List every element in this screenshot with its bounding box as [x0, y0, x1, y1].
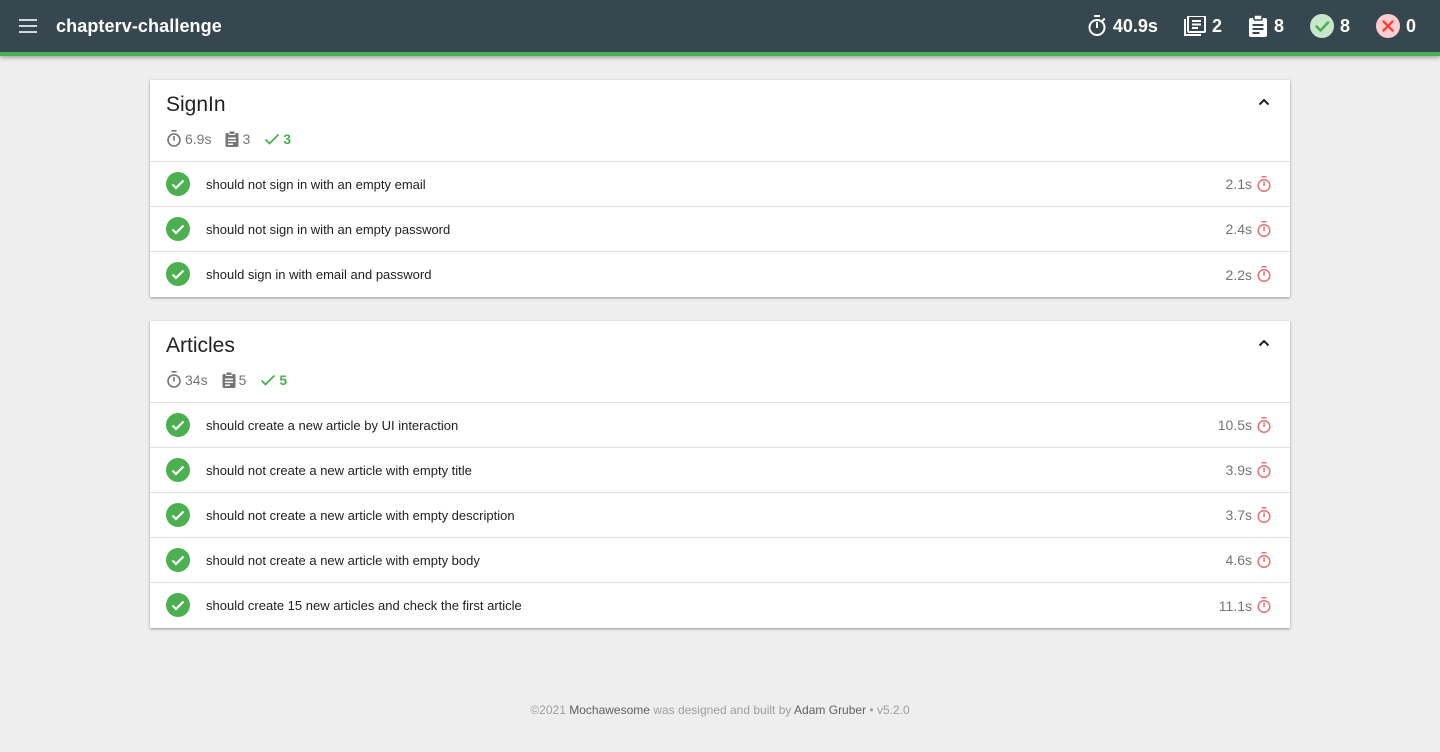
test-row[interactable]: should not create a new article with emp… — [150, 448, 1290, 493]
test-duration: 2.2s — [1225, 266, 1252, 283]
suite-duration: 34s — [166, 371, 208, 388]
test-title: should create a new article by UI intera… — [206, 417, 459, 433]
fail-circle-icon — [1375, 14, 1400, 38]
top-bar: chapterv-challenge 40.9s 2 8 8 0 — [0, 0, 1440, 56]
suite-test-count-value: 3 — [242, 130, 251, 147]
stat-passes-value: 8 — [1339, 15, 1350, 36]
check-circle-icon — [166, 413, 190, 437]
stat-suites: 2 — [1183, 15, 1222, 37]
clipboard-icon — [225, 130, 239, 147]
stat-suites-value: 2 — [1211, 15, 1222, 36]
menu-icon[interactable] — [0, 0, 56, 52]
timer-icon — [1256, 417, 1272, 433]
test-duration: 10.5s — [1217, 417, 1252, 433]
test-duration: 3.7s — [1225, 507, 1252, 523]
suite-pass-count-value: 5 — [279, 371, 288, 388]
stat-tests: 8 — [1248, 15, 1284, 37]
stat-tests-value: 8 — [1273, 15, 1284, 36]
footer-middle-text: was designed and built by — [653, 703, 792, 717]
suite-signin: SignIn 6.9s 3 3 should not sign in with … — [150, 80, 1290, 297]
timer-icon — [1256, 266, 1272, 282]
suite-duration-value: 6.9s — [185, 130, 212, 147]
timer-icon — [1256, 462, 1272, 478]
suite-meta: 6.9s 3 3 — [166, 130, 305, 147]
footer-version: • v5.2.0 — [869, 703, 910, 717]
suite-duration: 6.9s — [166, 130, 211, 147]
timer-icon — [1256, 552, 1272, 568]
app-title: chapterv-challenge — [56, 15, 222, 36]
test-row[interactable]: should sign in with email and password 2… — [150, 252, 1290, 297]
stopwatch-icon — [166, 130, 182, 147]
test-duration: 4.6s — [1225, 552, 1252, 568]
stopwatch-icon — [1087, 15, 1107, 37]
test-row[interactable]: should not sign in with an empty email 2… — [150, 162, 1290, 207]
stat-failures: 0 — [1375, 14, 1416, 38]
check-icon — [260, 373, 276, 387]
check-icon — [264, 132, 280, 146]
chevron-up-icon[interactable] — [1256, 335, 1272, 351]
suite-pass-count-value: 3 — [283, 130, 292, 147]
suite-articles: Articles 34s 5 5 should create a new art… — [150, 321, 1290, 628]
test-row[interactable]: should create a new article by UI intera… — [150, 403, 1290, 448]
suite-test-count-value: 5 — [238, 371, 247, 388]
check-circle-icon — [166, 593, 190, 617]
suite-pass-count: 3 — [264, 131, 291, 147]
timer-icon — [1256, 597, 1272, 613]
check-circle-icon — [166, 458, 190, 482]
check-circle-icon — [166, 503, 190, 527]
test-duration: 3.9s — [1225, 462, 1252, 478]
test-title: should create 15 new articles and check … — [206, 598, 522, 613]
timer-icon — [1256, 176, 1272, 192]
test-duration: 2.1s — [1225, 176, 1252, 192]
check-circle-icon — [166, 172, 190, 196]
test-title: should not sign in with an empty email — [206, 176, 426, 192]
test-row[interactable]: should not sign in with an empty passwor… — [150, 207, 1290, 252]
test-row[interactable]: should not create a new article with emp… — [150, 493, 1290, 538]
test-duration: 2.4s — [1225, 221, 1252, 237]
suite-header: SignIn 6.9s 3 3 — [150, 80, 1290, 162]
test-duration: 11.1s — [1218, 597, 1252, 614]
footer-author-link[interactable]: Adam Gruber — [794, 703, 866, 717]
summary-stats: 40.9s 2 8 8 0 — [1087, 0, 1440, 52]
chevron-up-icon[interactable] — [1256, 94, 1272, 110]
suite-title: SignIn — [166, 93, 226, 116]
suite-header: Articles 34s 5 5 — [150, 321, 1290, 403]
footer-brand-link[interactable]: Mochawesome — [569, 703, 650, 717]
test-title: should sign in with email and password — [206, 267, 432, 282]
test-row[interactable]: should create 15 new articles and check … — [150, 583, 1290, 628]
check-circle-icon — [166, 217, 190, 241]
stat-duration-value: 40.9s — [1112, 15, 1158, 36]
check-circle-icon — [1309, 14, 1334, 38]
check-circle-icon — [166, 548, 190, 572]
stat-duration: 40.9s — [1087, 15, 1158, 37]
suite-meta: 34s 5 5 — [166, 371, 301, 388]
library-books-icon — [1183, 16, 1206, 36]
test-title: should not create a new article with emp… — [206, 462, 472, 478]
suite-pass-count: 5 — [260, 372, 287, 388]
test-row[interactable]: should not create a new article with emp… — [150, 538, 1290, 583]
suite-test-count: 3 — [225, 130, 251, 147]
suite-duration-value: 34s — [185, 371, 208, 388]
test-title: should not create a new article with emp… — [206, 552, 480, 568]
stat-failures-value: 0 — [1405, 15, 1416, 36]
stat-passes: 8 — [1309, 14, 1350, 38]
test-title: should not create a new article with emp… — [206, 507, 515, 523]
timer-icon — [1256, 221, 1272, 237]
test-title: should not sign in with an empty passwor… — [206, 221, 451, 237]
timer-icon — [1256, 507, 1272, 523]
clipboard-icon — [222, 371, 236, 388]
footer: ©2021 Mochawesome was designed and built… — [0, 703, 1440, 717]
suite-title: Articles — [166, 334, 235, 357]
stopwatch-icon — [166, 371, 182, 388]
clipboard-icon — [1248, 15, 1268, 37]
footer-copyright: ©2021 — [530, 703, 566, 717]
suite-test-count: 5 — [222, 371, 247, 388]
check-circle-icon — [166, 262, 190, 286]
